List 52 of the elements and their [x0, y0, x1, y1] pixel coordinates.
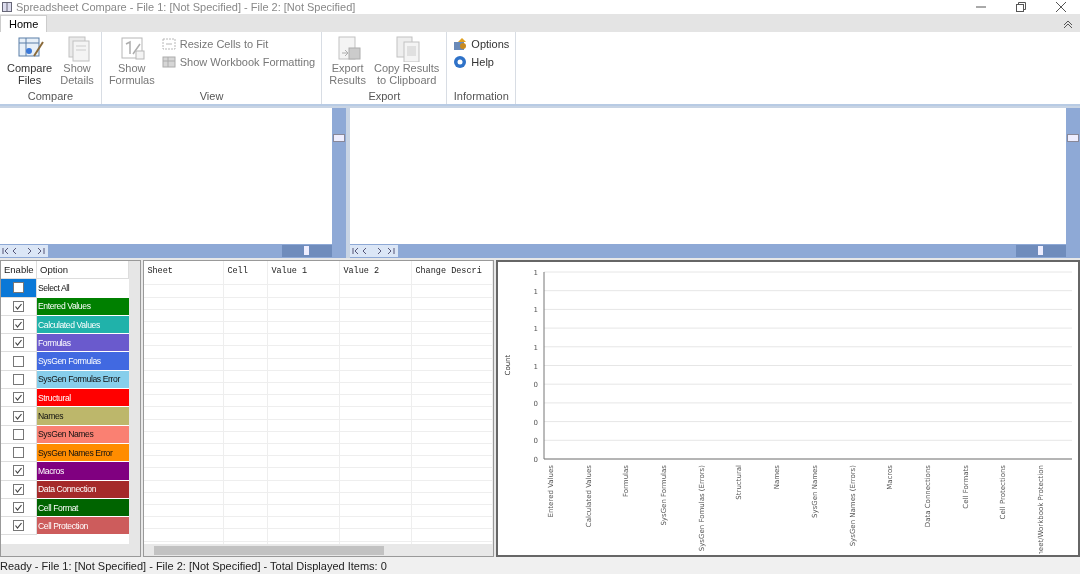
checkbox[interactable]: [13, 282, 24, 294]
window-title: Spreadsheet Compare - File 1: [Not Specified] - File 2: [Not Specified]: [16, 1, 356, 13]
column-header: Value 2: [340, 261, 413, 283]
vertical-scrollbar[interactable]: [1066, 108, 1080, 244]
group-label: Information: [452, 90, 510, 104]
checkbox[interactable]: [13, 447, 24, 459]
horizontal-scrollbar[interactable]: [1, 544, 141, 556]
restore-icon[interactable]: [1016, 2, 1026, 12]
group-label: View: [198, 90, 225, 104]
column-header: Cell: [224, 261, 269, 283]
checkbox[interactable]: [13, 520, 24, 532]
checkbox[interactable]: [13, 373, 24, 385]
ribbon-button[interactable]: Compare Files: [4, 34, 56, 90]
status-text: Ready - File 1: [Not Specified] - File 2: [Not Specified] - Total Displayed Items: 0: [0, 559, 387, 572]
ribbon-button[interactable]: Options: [451, 36, 512, 52]
sheet-nav-buttons[interactable]: [0, 245, 48, 257]
options-icon: [453, 37, 468, 51]
checkbox[interactable]: [13, 392, 24, 404]
ribbon-button[interactable]: Help: [451, 54, 512, 70]
column-header: Value 1: [268, 261, 341, 283]
group-label: Compare: [26, 90, 75, 104]
column-header: Change Descri: [412, 261, 493, 283]
column-header: Sheet: [144, 261, 225, 283]
option-label[interactable]: SysGen Formulas: [37, 352, 130, 371]
help-icon: [453, 55, 468, 69]
group-label: Export: [367, 90, 402, 104]
horizontal-scrollbar[interactable]: [144, 544, 493, 556]
checkbox[interactable]: [13, 428, 24, 440]
app-icon: [2, 2, 12, 12]
grid-icon: [161, 55, 176, 69]
checkbox[interactable]: [13, 300, 24, 312]
horizontal-scrollbar[interactable]: [1016, 245, 1066, 257]
collapse-ribbon-icon[interactable]: [1062, 19, 1074, 29]
checkbox[interactable]: [13, 337, 24, 349]
resize-icon: [161, 37, 176, 51]
option-label[interactable]: Names: [37, 407, 130, 426]
checkbox[interactable]: [13, 410, 24, 422]
checkbox[interactable]: [13, 319, 24, 331]
horizontal-scrollbar[interactable]: [282, 245, 332, 257]
sheet-nav-buttons[interactable]: [350, 245, 398, 257]
vertical-scrollbar[interactable]: [332, 108, 346, 244]
checkbox[interactable]: [13, 355, 24, 367]
ribbon-tab[interactable]: Home: [0, 15, 48, 32]
option-label[interactable]: Cell Protection: [37, 517, 130, 536]
option-label[interactable]: Formulas: [37, 334, 130, 353]
option-label[interactable]: Structural: [37, 389, 130, 408]
checkbox[interactable]: [13, 502, 24, 513]
close-icon[interactable]: [1056, 2, 1066, 12]
checkbox[interactable]: [13, 483, 24, 495]
option-label[interactable]: Macros: [37, 462, 130, 481]
checkbox[interactable]: [13, 465, 24, 477]
vertical-scrollbar[interactable]: [129, 261, 141, 544]
